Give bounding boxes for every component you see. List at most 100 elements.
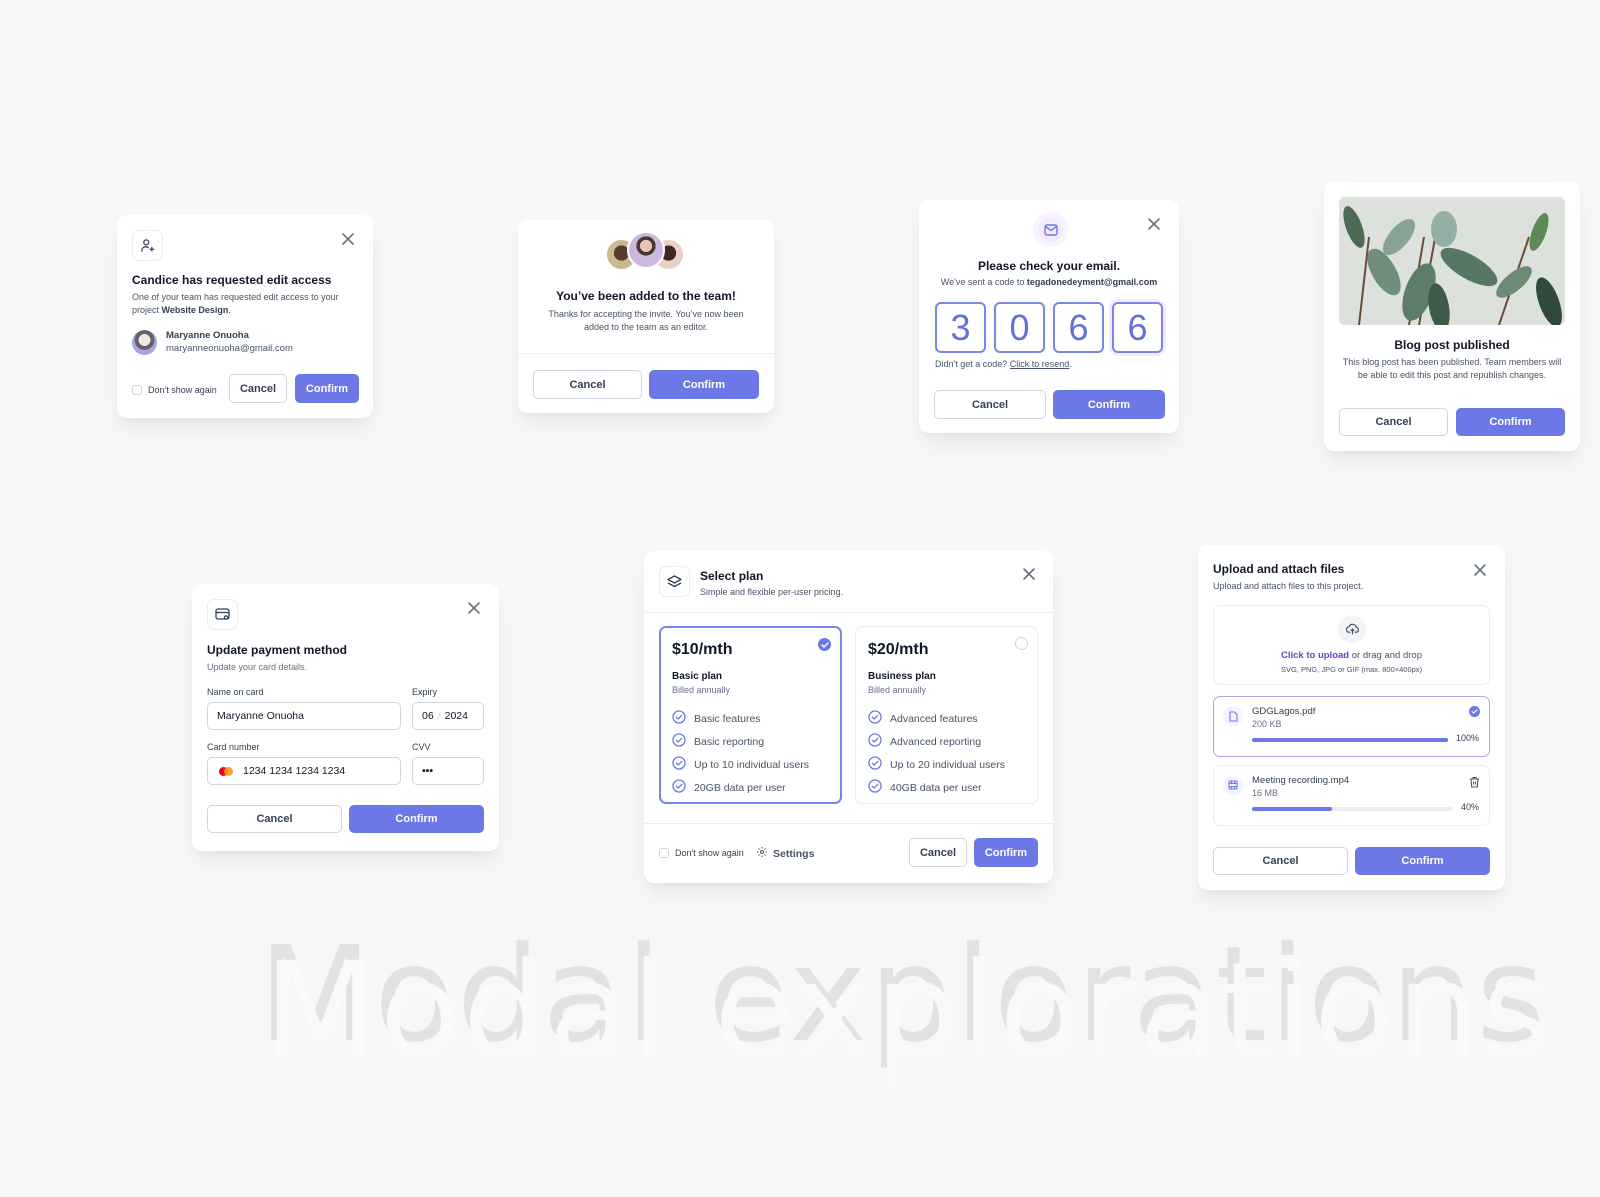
cancel-button[interactable]: Cancel [533,370,642,399]
confirm-button[interactable]: Confirm [349,805,484,833]
modal-description: Thanks for accepting the invite. You’ve … [548,309,744,332]
divider-top [644,612,1053,613]
resend-text: Didn't get a code? Click to resend. [935,358,1072,371]
card-number-input[interactable]: 1234 1234 1234 1234 [207,757,401,785]
file-size: 200 KB [1252,719,1282,729]
checkbox-label: Don't show again [675,848,744,858]
checkbox-box[interactable] [132,385,142,395]
mail-icon [1033,212,1068,247]
confirm-button[interactable]: Confirm [1053,390,1165,419]
file-name: Meeting recording.mp4 [1252,775,1350,786]
trash-icon[interactable] [1469,775,1480,793]
video-file-icon [1223,775,1243,795]
feature-label: 20GB data per user [694,781,786,794]
feature-label: Advanced features [890,712,978,725]
dont-show-again-checkbox[interactable]: Don't show again [659,848,744,858]
cancel-button[interactable]: Cancel [207,805,342,833]
checkbox-label: Don't show again [148,385,217,395]
progress-bar [1252,807,1452,811]
plan-card-basic[interactable]: $10/mth Basic plan Billed annually Basic… [659,626,842,804]
file-name: GDGLagos.pdf [1252,706,1316,717]
code-digit-1[interactable]: 3 [935,302,986,353]
project-name: Website Design [161,305,229,315]
check-circle-icon [672,779,686,796]
upload-files-modal: Upload and attach files Upload and attac… [1198,545,1505,890]
feature-label: Advanced reporting [890,735,982,748]
user-name: Maryanne Onuoha [166,330,249,341]
file-size: 16 MB [1252,788,1279,798]
name-on-card-input[interactable]: Maryanne Onuoha [207,702,401,730]
cancel-button[interactable]: Cancel [934,390,1046,419]
settings-button[interactable]: Settings [756,846,814,861]
code-digit-3[interactable]: 6 [1053,302,1104,353]
modal-title: You’ve been added to the team! [556,289,736,303]
check-circle-icon [672,710,686,727]
close-icon[interactable] [1022,567,1036,581]
dropzone-hint: SVG, PNG, JPG or GIF (max. 800×400px) [1280,665,1423,674]
plan-billing: Billed annually [672,685,731,695]
feature-item: 20GB data per user [672,776,829,799]
feature-label: Basic reporting [694,735,765,748]
selected-check-icon[interactable] [818,638,831,651]
feature-item: Up to 10 individual users [672,753,829,776]
blog-published-modal: Blog post published This blog post has b… [1324,182,1580,451]
cancel-button[interactable]: Cancel [1213,847,1348,875]
modal-title: Blog post published [1394,338,1510,352]
modal-description: One of your team has requested edit acce… [132,291,362,317]
feature-label: 40GB data per user [890,781,982,794]
resend-link[interactable]: Click to resend [1010,359,1070,369]
close-icon[interactable] [1147,217,1161,231]
code-digit-2[interactable]: 0 [994,302,1045,353]
mastercard-icon [217,765,237,778]
feature-item: Basic reporting [672,730,829,753]
check-circle-icon [672,756,686,773]
confirm-button[interactable]: Confirm [974,838,1038,867]
code-digit-4[interactable]: 6 [1112,302,1163,353]
check-circle-icon [672,733,686,750]
confirm-button[interactable]: Confirm [649,370,759,399]
feature-item: Advanced reporting [868,730,1025,753]
email-address: tegadonedeyment@gmail.com [1026,277,1158,287]
cancel-button[interactable]: Cancel [229,374,287,403]
dont-show-again-checkbox[interactable]: Don't show again [132,385,217,395]
description-text: We've sent a code to [940,277,1027,287]
check-email-modal: Please check your email. We've sent a co… [919,200,1179,433]
layers-icon [659,566,690,597]
check-circle-icon [868,710,882,727]
plan-billing: Billed annually [868,685,927,695]
file-item: GDGLagos.pdf 200 KB 100% [1213,696,1490,757]
gear-icon [756,846,768,861]
confirm-button[interactable]: Confirm [1456,408,1565,436]
resend-suffix: . [1069,359,1072,369]
cvv-input[interactable]: ••• [412,757,484,785]
card-number-value: 1234 1234 1234 1234 [243,765,346,777]
check-circle-icon [868,733,882,750]
checkbox-box[interactable] [659,848,669,858]
expiry-input[interactable]: 06 / 2024 [412,702,484,730]
close-icon[interactable] [1473,563,1487,577]
close-icon[interactable] [467,601,481,615]
upload-dropzone[interactable]: Click to upload or drag and drop SVG, PN… [1213,605,1490,685]
resend-prefix: Didn't get a code? [935,359,1010,369]
credit-card-icon [207,599,238,630]
check-circle-icon [868,756,882,773]
drag-drop-text: or drag and drop [1349,650,1422,661]
plan-name: Business plan [868,671,936,682]
cancel-button[interactable]: Cancel [1339,408,1448,436]
confirm-button[interactable]: Confirm [295,374,359,403]
close-icon[interactable] [341,232,355,246]
expiry-month: 06 [422,710,434,722]
modal-description: Upload and attach files to this project. [1213,581,1364,591]
expiry-year: 2024 [444,710,468,722]
confirm-button[interactable]: Confirm [1355,847,1490,875]
check-circle-icon [868,779,882,796]
cancel-button[interactable]: Cancel [909,838,967,867]
click-to-upload-link[interactable]: Click to upload [1281,650,1349,661]
progress-percentage: 100% [1455,733,1479,743]
plan-card-business[interactable]: $20/mth Business plan Billed annually Ad… [855,626,1038,804]
modal-title: Candice has requested edit access [132,273,332,287]
unselected-radio[interactable] [1015,637,1028,650]
plan-name: Basic plan [672,671,723,682]
plant-leaves-photo [1339,197,1565,325]
modal-title: Upload and attach files [1213,562,1345,576]
